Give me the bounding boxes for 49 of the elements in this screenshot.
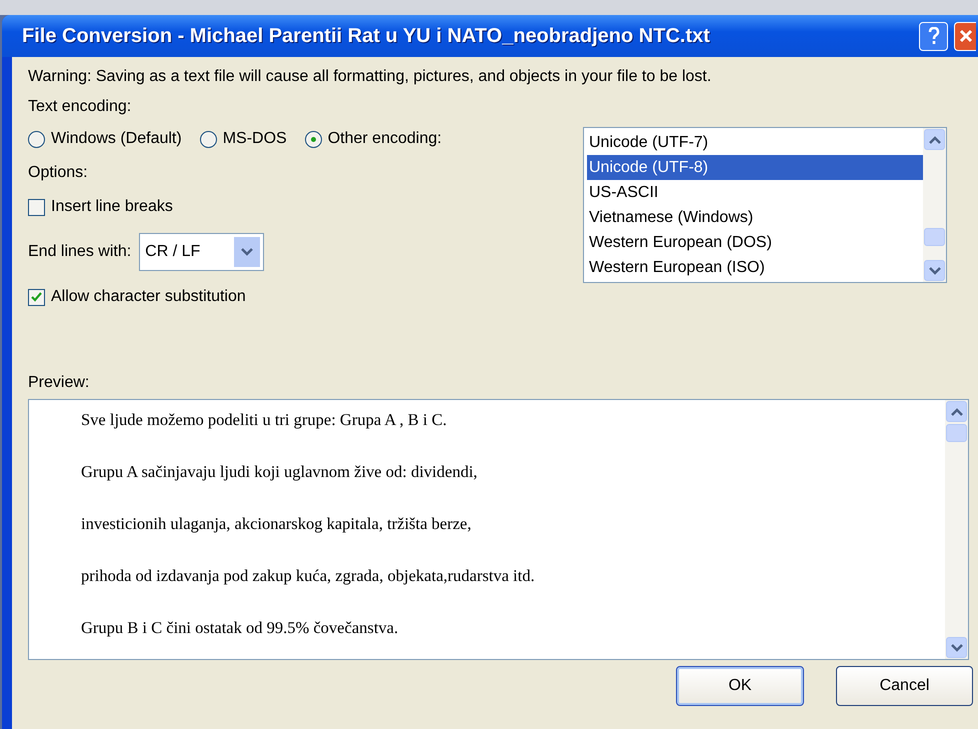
scrollbar[interactable] bbox=[923, 128, 946, 282]
section-label: Options: bbox=[28, 163, 89, 183]
checkbox[interactable] bbox=[28, 198, 45, 216]
field-label: End lines with: bbox=[28, 242, 132, 262]
preview-line: investicionih ulaganja, akcionarskog kapitala, tržišta berze, bbox=[81, 514, 472, 533]
radio-label[interactable]: MS-DOS bbox=[222, 127, 287, 151]
scroll-up-button[interactable] bbox=[946, 401, 967, 422]
radio-button[interactable] bbox=[28, 130, 45, 148]
list-item[interactable]: Western European (ISO) bbox=[587, 255, 923, 280]
close-icon bbox=[958, 29, 972, 43]
question-mark-icon bbox=[928, 27, 940, 45]
dropdown-arrow-button[interactable] bbox=[234, 237, 260, 267]
scrollbar[interactable] bbox=[945, 400, 968, 659]
checkbox-label[interactable]: Insert line breaks bbox=[51, 195, 173, 219]
scroll-thumb[interactable] bbox=[946, 424, 967, 442]
scroll-thumb[interactable] bbox=[924, 228, 945, 246]
list-item[interactable]: Western European (DOS) bbox=[587, 230, 923, 255]
checkmark-icon bbox=[31, 292, 42, 302]
chevron-down-icon bbox=[928, 266, 940, 274]
radio-button[interactable] bbox=[200, 130, 217, 148]
radio-button[interactable] bbox=[304, 130, 322, 148]
warning-text: Warning: Saving as a text file will cause all formatting, pictures, and objects in your file to be lost. bbox=[28, 67, 712, 87]
chevron-up-icon bbox=[950, 408, 962, 416]
radio-label[interactable]: Windows (Default) bbox=[51, 127, 182, 151]
preview-line: prihoda od izdavanja pod zakup kuća, zgrada, objekata,rudarstva itd. bbox=[81, 566, 536, 585]
list-item[interactable]: US-ASCII bbox=[587, 180, 923, 205]
scroll-up-button[interactable] bbox=[924, 129, 945, 150]
list-item[interactable]: Unicode (UTF-7) bbox=[587, 130, 923, 155]
chevron-up-icon bbox=[928, 136, 940, 144]
scroll-down-button[interactable] bbox=[924, 260, 945, 281]
checkbox-label[interactable]: Allow character substitution bbox=[51, 285, 246, 309]
close-button[interactable] bbox=[954, 22, 976, 50]
ok-button[interactable]: OK bbox=[676, 666, 804, 706]
line-ending-dropdown[interactable]: CR / LF bbox=[139, 233, 264, 271]
list-item[interactable]: Unicode (UTF-8) bbox=[587, 155, 923, 180]
help-button[interactable] bbox=[919, 22, 948, 50]
cancel-button[interactable]: Cancel bbox=[836, 666, 973, 706]
list-item[interactable]: Vietnamese (Windows) bbox=[587, 205, 923, 230]
radio-label[interactable]: Other encoding: bbox=[328, 127, 442, 151]
preview-line: Grupu A sačinjavaju ljudi koji uglavnom žive od: dividendi, bbox=[81, 462, 478, 481]
preview-label: Preview: bbox=[28, 373, 90, 393]
chevron-down-icon bbox=[950, 644, 962, 652]
chevron-down-icon bbox=[241, 248, 254, 256]
scroll-down-button[interactable] bbox=[946, 637, 967, 658]
window-title: File Conversion - Michael Parentii Rat u YU i NATO_neobradjeno NTC.txt bbox=[22, 24, 710, 49]
checkbox[interactable] bbox=[28, 288, 45, 306]
preview-line: Grupu B i C čini ostatak od 99.5% čovečanstva. bbox=[81, 618, 400, 637]
preview-line: Sve ljude možemo podeliti u tri grupe: Grupa A , B i C. bbox=[81, 410, 448, 429]
section-label: Text encoding: bbox=[28, 97, 132, 117]
